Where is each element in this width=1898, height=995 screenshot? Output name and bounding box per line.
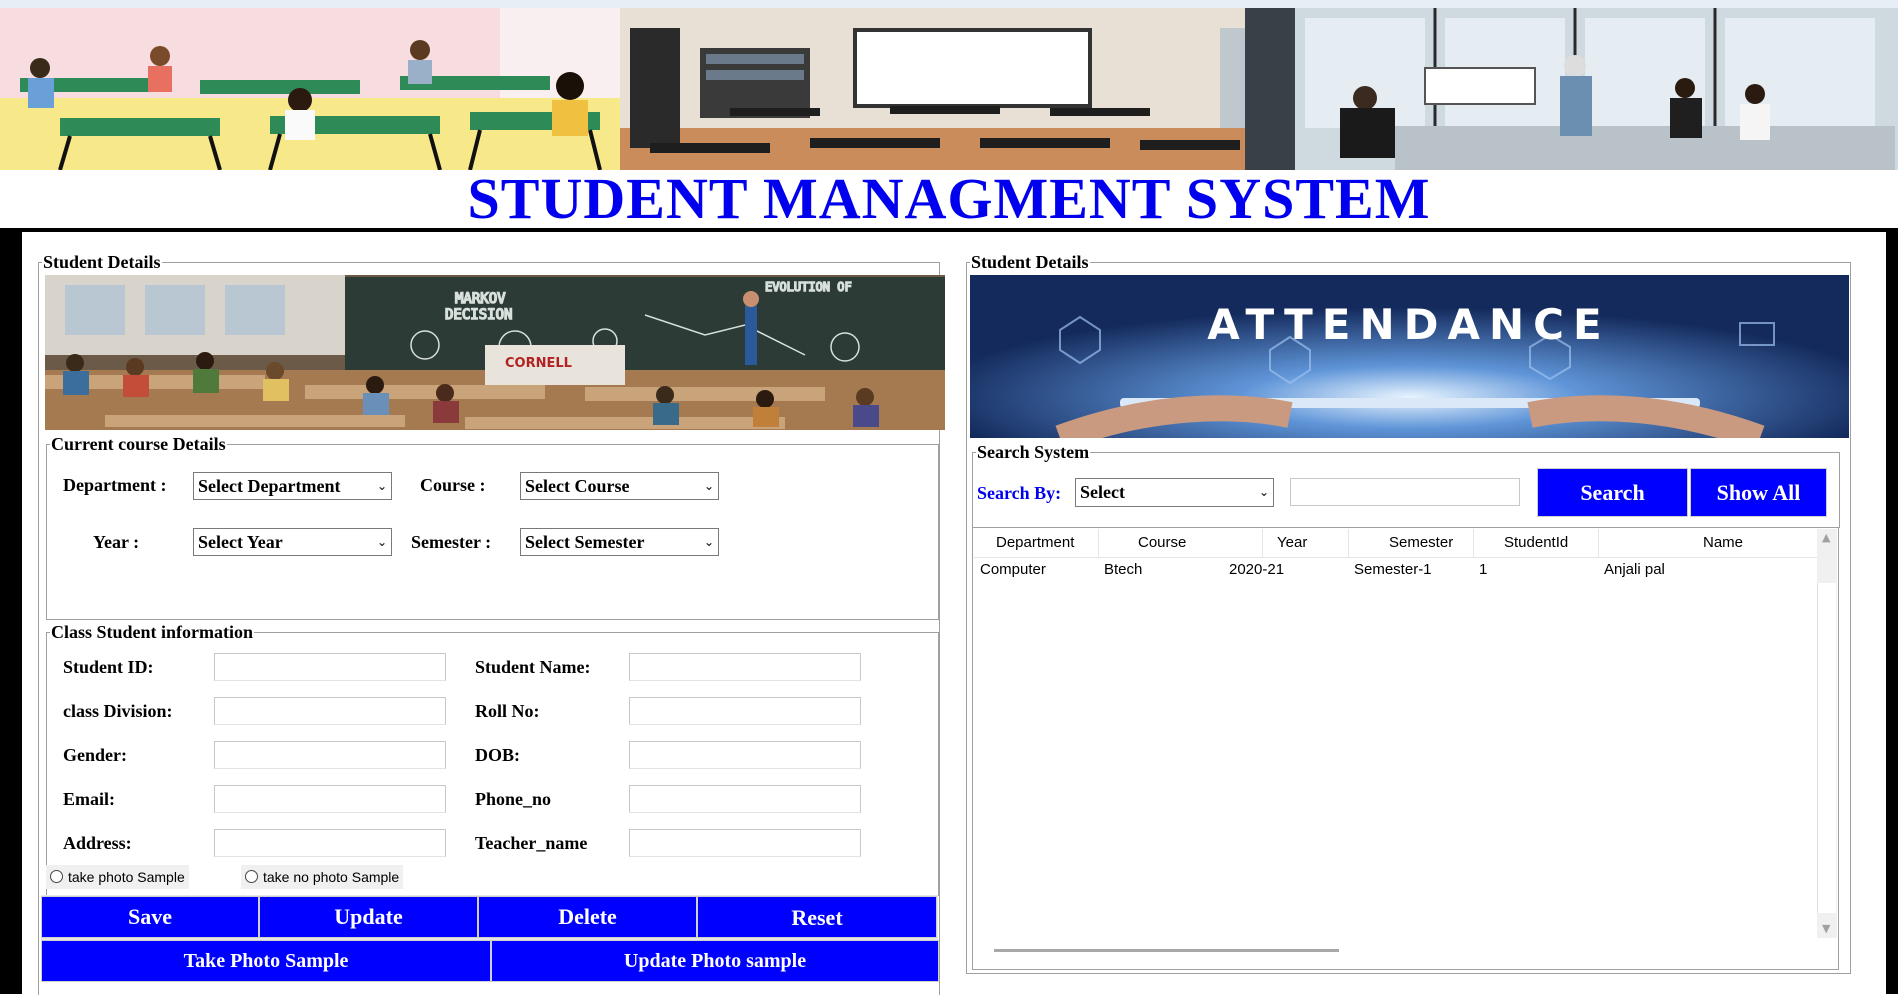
- banner-image-empty-classroom: [620, 8, 1245, 170]
- delete-button[interactable]: Delete: [478, 896, 697, 938]
- take-photo-sample-button[interactable]: Take Photo Sample: [41, 940, 491, 982]
- svg-text:CORNELL: CORNELL: [505, 356, 572, 371]
- save-button[interactable]: Save: [41, 896, 259, 938]
- course-label: Course :: [420, 475, 486, 495]
- department-label: Department :: [63, 475, 167, 495]
- take-photo-radio-label: take photo Sample: [68, 869, 185, 885]
- department-select-value: Select Department: [198, 476, 341, 496]
- horizontal-scrollbar-thumb[interactable]: [994, 949, 1339, 952]
- student-name-input[interactable]: [629, 653, 861, 681]
- svg-text:MARKOV: MARKOV: [455, 291, 506, 307]
- roll-no-label: Roll No:: [475, 701, 540, 721]
- table-header: Department Course Year Semester StudentI…: [974, 529, 1817, 558]
- take-no-photo-radio-label: take no photo Sample: [263, 869, 400, 885]
- search-by-select[interactable]: Select ⌄: [1075, 478, 1274, 507]
- teacher-label: Teacher_name: [475, 833, 588, 853]
- class-student-info-legend: Class Student information: [51, 622, 254, 642]
- attendance-banner-text: ATTENDANCE: [1207, 300, 1610, 349]
- year-label: Year :: [93, 532, 140, 552]
- svg-text:EVOLUTION OF: EVOLUTION OF: [765, 280, 852, 294]
- course-details-frame: Current course Details: [46, 434, 939, 620]
- semester-select-value: Select Semester: [525, 532, 645, 552]
- gender-input[interactable]: [214, 741, 446, 769]
- reset-button[interactable]: Reset: [697, 896, 937, 938]
- table-cell: Computer: [980, 561, 1046, 578]
- course-select-value: Select Course: [525, 476, 630, 496]
- scroll-up-arrow-icon[interactable]: ▲: [1822, 531, 1830, 544]
- dob-label: DOB:: [475, 745, 520, 765]
- vertical-scrollbar-thumb[interactable]: [1817, 583, 1836, 913]
- email-input[interactable]: [214, 785, 446, 813]
- address-label: Address:: [63, 833, 132, 853]
- take-no-photo-radio[interactable]: take no photo Sample: [241, 865, 404, 889]
- course-details-legend: Current course Details: [51, 434, 226, 454]
- class-division-input[interactable]: [214, 697, 446, 725]
- class-division-label: class Division:: [63, 701, 173, 721]
- radio-circle-icon: [50, 870, 63, 883]
- teacher-input[interactable]: [629, 829, 861, 857]
- student-id-input[interactable]: [214, 653, 446, 681]
- chevron-down-icon: ⌄: [1258, 485, 1269, 499]
- table-cell: Btech: [1104, 561, 1143, 578]
- column-header-studentid[interactable]: StudentId: [1474, 529, 1599, 557]
- column-header-year[interactable]: Year: [1224, 529, 1349, 557]
- phone-input[interactable]: [629, 785, 861, 813]
- chevron-down-icon: ⌄: [376, 535, 387, 549]
- banner-image-meeting: [1245, 8, 1898, 170]
- roll-no-input[interactable]: [629, 697, 861, 725]
- table-cell: Semester-1: [1354, 561, 1432, 578]
- scroll-down-arrow-icon[interactable]: ▼: [1822, 922, 1830, 935]
- horizontal-scrollbar[interactable]: [974, 938, 1817, 968]
- show-all-button[interactable]: Show All: [1690, 468, 1827, 517]
- radio-circle-icon: [245, 870, 258, 883]
- svg-text:DECISION: DECISION: [445, 307, 512, 323]
- chevron-down-icon: ⌄: [376, 479, 387, 493]
- chevron-down-icon: ⌄: [703, 479, 714, 493]
- app-title: STUDENT MANAGMENT SYSTEM: [467, 166, 1431, 231]
- phone-label: Phone_no: [475, 789, 552, 809]
- address-input[interactable]: [214, 829, 446, 857]
- email-label: Email:: [63, 789, 115, 809]
- left-frame-legend: Student Details: [43, 252, 161, 272]
- banner-image-classroom-cartoon: [0, 8, 620, 170]
- update-button[interactable]: Update: [259, 896, 478, 938]
- search-system-legend: Search System: [977, 442, 1090, 462]
- right-frame-legend: Student Details: [971, 252, 1089, 272]
- update-photo-sample-button[interactable]: Update Photo sample: [491, 940, 939, 982]
- department-select[interactable]: Select Department ⌄: [193, 472, 392, 500]
- vertical-scrollbar[interactable]: ▲ ▼: [1817, 529, 1837, 938]
- search-by-label: Search By:: [977, 483, 1062, 503]
- student-id-label: Student ID:: [63, 657, 154, 677]
- header-banner: [0, 0, 1898, 172]
- attendance-image: ATTENDANCE: [970, 275, 1849, 438]
- column-header-department[interactable]: Department: [974, 529, 1099, 557]
- table-row[interactable]: Computer Btech 2020-21 Semester-1 1 Anja…: [974, 559, 1817, 583]
- table-cell: 2020-21: [1229, 561, 1285, 578]
- take-photo-radio[interactable]: take photo Sample: [46, 865, 189, 889]
- dob-input[interactable]: [629, 741, 861, 769]
- column-header-name[interactable]: Name: [1599, 529, 1817, 557]
- classroom-image: MARKOV DECISION EVOLUTION OF CORNELL: [45, 275, 945, 430]
- chevron-down-icon: ⌄: [703, 535, 714, 549]
- course-select[interactable]: Select Course ⌄: [520, 472, 719, 500]
- student-table[interactable]: Department Course Year Semester StudentI…: [974, 529, 1817, 938]
- student-name-label: Student Name:: [475, 657, 591, 677]
- year-select[interactable]: Select Year ⌄: [193, 528, 392, 556]
- semester-select[interactable]: Select Semester ⌄: [520, 528, 719, 556]
- search-button[interactable]: Search: [1537, 468, 1688, 517]
- semester-label: Semester :: [411, 532, 492, 552]
- table-cell: Anjali pal: [1604, 561, 1665, 578]
- year-select-value: Select Year: [198, 532, 283, 552]
- search-input[interactable]: [1290, 478, 1520, 506]
- search-by-select-value: Select: [1080, 482, 1125, 502]
- gender-label: Gender:: [63, 745, 127, 765]
- table-cell: 1: [1479, 561, 1488, 578]
- column-header-semester[interactable]: Semester: [1349, 529, 1474, 557]
